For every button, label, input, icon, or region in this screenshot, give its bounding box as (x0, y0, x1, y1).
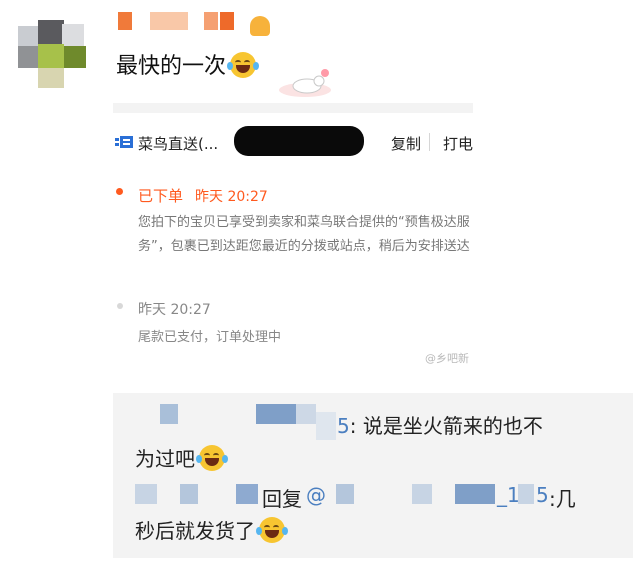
post-message-text: 最快的一次 (116, 54, 227, 79)
mention-name-redacted-3 (455, 484, 495, 504)
laughing-tears-emoji-icon (256, 517, 288, 543)
commenter-name-redacted-4 (316, 412, 336, 440)
commenter-name-redacted-2 (256, 404, 296, 424)
commenter-name-redacted[interactable] (160, 404, 178, 424)
username-redacted-3 (204, 12, 218, 30)
reply-label: 回复 (262, 487, 302, 511)
comment-1-text: : 说是坐火箭来的也不 (349, 414, 543, 438)
replier-name-redacted[interactable] (135, 484, 157, 504)
username-redacted-2 (150, 12, 188, 30)
commenter-name-redacted-3 (296, 404, 316, 424)
comment-2-line-2: 秒后就发货了 (135, 515, 288, 544)
history-detail: 尾款已支付，订单处理中 (138, 330, 282, 345)
tracking-number-redacted (234, 126, 364, 156)
comment-2-text-2: 秒后就发货了 (135, 519, 255, 543)
username-redacted-4 (220, 12, 234, 30)
mention-prefix[interactable]: @ (306, 483, 326, 507)
mention-name-tail[interactable]: _1 (497, 483, 520, 507)
replier-name-redacted-2 (180, 484, 198, 504)
screenshot-top-edge (113, 103, 473, 113)
replier-name-redacted-3 (236, 484, 258, 504)
comment-1-line-1: 5: 说是坐火箭来的也不 (337, 410, 543, 439)
history-time: 昨天 20:27 (138, 302, 211, 318)
copy-button[interactable]: 复制 (391, 133, 421, 154)
mention-name-redacted (336, 484, 354, 504)
laughing-tears-emoji-icon (227, 52, 260, 78)
comment-1-text-2: 为过吧 (135, 447, 195, 471)
username-redacted[interactable] (118, 12, 132, 30)
commenter-name-tail[interactable]: 5 (337, 414, 350, 438)
laughing-tears-emoji-icon (196, 445, 228, 471)
timeline-dot (117, 303, 123, 309)
comment-2-text: :几 (549, 487, 576, 511)
divider (429, 133, 430, 151)
timeline-dot-active (116, 188, 123, 195)
comment-1-line-2: 为过吧 (135, 443, 228, 472)
order-status-time: 昨天 20:27 (195, 189, 268, 205)
post-message: 最快的一次 (116, 48, 260, 80)
cainiao-logo-icon (115, 136, 133, 148)
weibo-watermark: @乡吧新 (425, 352, 469, 365)
order-status-detail: 您拍下的宝贝已享受到卖家和菜鸟联合提供的“预售极达服务”，包裹已到达距您最近的分… (138, 215, 470, 254)
mention-name-redacted-4 (518, 484, 534, 504)
mention-suffix[interactable]: 5 (536, 483, 549, 507)
call-button[interactable]: 打电 (443, 133, 473, 154)
order-status: 已下单 (138, 187, 184, 205)
courier-name: 菜鸟直送(... (138, 135, 219, 153)
avatar[interactable] (18, 20, 96, 92)
mention-name-redacted-2 (412, 484, 432, 504)
rabbit-sticker-icon (279, 69, 331, 97)
vip-badge-icon (250, 16, 270, 36)
